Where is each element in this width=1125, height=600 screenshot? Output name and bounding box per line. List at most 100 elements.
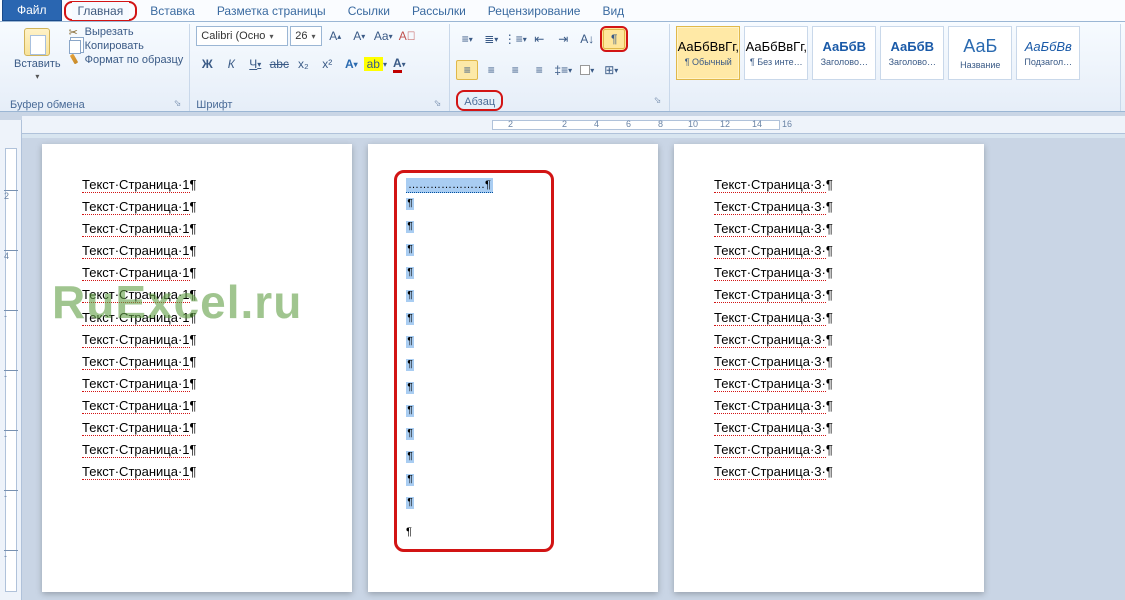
numbering-button[interactable]: ≣▾	[480, 29, 502, 49]
style-heading2[interactable]: АаБбВЗаголово…	[880, 26, 944, 80]
vertical-ruler[interactable]: 2 4 - - - - -	[0, 120, 22, 600]
tab-view[interactable]: Вид	[591, 0, 635, 21]
text-line[interactable]: Текст·Страница·3·¶	[714, 262, 944, 284]
shading-button[interactable]: ▾	[576, 60, 598, 80]
page-3[interactable]: Текст·Страница·3·¶Текст·Страница·3·¶Текс…	[674, 144, 984, 592]
paragraph-mark: ¶	[406, 244, 414, 256]
text-line[interactable]: Текст·Страница·1¶	[82, 395, 312, 417]
text-line[interactable]: Текст·Страница·3·¶	[714, 461, 944, 483]
justify-button[interactable]: ≡	[528, 60, 550, 80]
text-effects-button[interactable]: A▾	[340, 54, 362, 74]
decrease-indent-button[interactable]: ⇤	[528, 29, 550, 49]
text-line[interactable]: Текст·Страница·1¶	[82, 439, 312, 461]
pilcrow-highlight: ¶	[600, 26, 628, 52]
bold-button[interactable]: Ж	[196, 54, 218, 74]
style-normal[interactable]: АаБбВвГг,¶ Обычный	[676, 26, 740, 80]
align-center-button[interactable]: ≡	[480, 60, 502, 80]
text-line[interactable]: Текст·Страница·1¶	[82, 284, 312, 306]
text-line[interactable]: Текст·Страница·3·¶	[714, 218, 944, 240]
text-line[interactable]: Текст·Страница·1¶	[82, 262, 312, 284]
text-line[interactable]: Текст·Страница·1¶	[82, 351, 312, 373]
tab-references[interactable]: Ссылки	[337, 0, 401, 21]
paragraph-mark: ¶	[406, 221, 414, 233]
superscript-button[interactable]: x²	[316, 54, 338, 74]
paste-button[interactable]: Вставить ▾	[10, 26, 65, 83]
text-line[interactable]: Текст·Страница·1¶	[82, 174, 312, 196]
clear-formatting-button[interactable]: A⃠	[396, 26, 418, 46]
ribbon: Вставить ▾ Вырезать Копировать Формат по…	[0, 22, 1125, 112]
text-line[interactable]: Текст·Страница·3·¶	[714, 351, 944, 373]
change-case-button[interactable]: Aa▾	[372, 26, 394, 46]
tab-insert[interactable]: Вставка	[139, 0, 206, 21]
text-line[interactable]: Текст·Страница·3·¶	[714, 329, 944, 351]
ribbon-tabs: Файл Главная Вставка Разметка страницы С…	[0, 0, 1125, 22]
clipboard-dialog-launcher[interactable]: ⬂	[172, 98, 184, 109]
font-size-combo[interactable]: 26▾	[290, 26, 322, 46]
sort-button[interactable]: A↓	[576, 29, 598, 49]
text-line[interactable]: Текст·Страница·1¶	[82, 218, 312, 240]
text-line[interactable]: Текст·Страница·1¶	[82, 307, 312, 329]
paragraph-mark-last: ¶	[406, 526, 412, 538]
paragraph-mark: ¶	[406, 267, 414, 279]
text-line[interactable]: Текст·Страница·1¶	[82, 417, 312, 439]
tab-review[interactable]: Рецензирование	[477, 0, 592, 21]
tab-file[interactable]: Файл	[2, 0, 62, 21]
group-styles: АаБбВвГг,¶ Обычный АаБбВвГг,¶ Без инте… …	[670, 24, 1121, 111]
paragraph-dialog-launcher[interactable]: ⬂	[652, 95, 664, 106]
selected-text-line[interactable]: …………………¶	[406, 178, 493, 193]
style-title[interactable]: АаБНазвание	[948, 26, 1012, 80]
show-marks-button[interactable]: ¶	[603, 29, 625, 49]
italic-button[interactable]: К	[220, 54, 242, 74]
horizontal-ruler[interactable]: 2 2 4 6 8 10 12 14 16	[22, 116, 1125, 134]
align-right-button[interactable]: ≡	[504, 60, 526, 80]
style-no-spacing[interactable]: АаБбВвГг,¶ Без инте…	[744, 26, 808, 80]
text-line[interactable]: Текст·Страница·1¶	[82, 461, 312, 483]
strikethrough-button[interactable]: abc	[268, 54, 290, 74]
paragraph-mark: ¶	[406, 497, 414, 509]
style-heading1[interactable]: АаБбВЗаголово…	[812, 26, 876, 80]
text-line[interactable]: Текст·Страница·1¶	[82, 196, 312, 218]
group-font: Calibri (Осно▾ 26▾ A▴ A▾ Aa▾ A⃠ Ж К Ч▾ a…	[190, 24, 450, 111]
scissors-icon	[69, 26, 81, 38]
align-left-button[interactable]: ≡	[456, 60, 478, 80]
format-painter-button[interactable]: Формат по образцу	[69, 54, 184, 66]
text-line[interactable]: Текст·Страница·3·¶	[714, 284, 944, 306]
copy-button[interactable]: Копировать	[69, 40, 184, 52]
increase-indent-button[interactable]: ⇥	[552, 29, 574, 49]
line-spacing-button[interactable]: ‡≡▾	[552, 60, 574, 80]
tab-home[interactable]: Главная	[72, 2, 130, 20]
shrink-font-button[interactable]: A▾	[348, 26, 370, 46]
text-line[interactable]: Текст·Страница·3·¶	[714, 439, 944, 461]
brush-icon	[69, 54, 81, 66]
tab-mailings[interactable]: Рассылки	[401, 0, 477, 21]
text-line[interactable]: Текст·Страница·3·¶	[714, 240, 944, 262]
subscript-button[interactable]: x₂	[292, 54, 314, 74]
font-dialog-launcher[interactable]: ⬂	[432, 98, 444, 109]
page-2[interactable]: …………………¶ ¶¶¶¶¶¶¶¶¶¶¶¶¶¶ ¶	[368, 144, 658, 592]
font-color-button[interactable]: A▾	[388, 54, 410, 74]
text-line[interactable]: Текст·Страница·3·¶	[714, 174, 944, 196]
selection-highlight-box	[394, 170, 554, 552]
text-line[interactable]: Текст·Страница·3·¶	[714, 307, 944, 329]
font-name-combo[interactable]: Calibri (Осно▾	[196, 26, 288, 46]
text-line[interactable]: Текст·Страница·3·¶	[714, 417, 944, 439]
style-subtitle[interactable]: АаБбВвПодзагол…	[1016, 26, 1080, 80]
document-workspace[interactable]: Текст·Страница·1¶Текст·Страница·1¶Текст·…	[22, 138, 1125, 600]
multilevel-list-button[interactable]: ⋮≡▾	[504, 29, 526, 49]
text-line[interactable]: Текст·Страница·3·¶	[714, 395, 944, 417]
underline-button[interactable]: Ч▾	[244, 54, 266, 74]
text-line[interactable]: Текст·Страница·1¶	[82, 240, 312, 262]
tab-page-layout[interactable]: Разметка страницы	[206, 0, 337, 21]
borders-button[interactable]: ⊞▾	[600, 60, 622, 80]
text-line[interactable]: Текст·Страница·1¶	[82, 329, 312, 351]
cut-button[interactable]: Вырезать	[69, 26, 184, 38]
text-line[interactable]: Текст·Страница·3·¶	[714, 196, 944, 218]
text-line[interactable]: Текст·Страница·3·¶	[714, 373, 944, 395]
grow-font-button[interactable]: A▴	[324, 26, 346, 46]
highlight-button[interactable]: ab▾	[364, 54, 386, 74]
text-line[interactable]: Текст·Страница·1¶	[82, 373, 312, 395]
paste-dropdown-arrow[interactable]: ▾	[35, 72, 39, 81]
page-1[interactable]: Текст·Страница·1¶Текст·Страница·1¶Текст·…	[42, 144, 352, 592]
bullets-button[interactable]: ≡▾	[456, 29, 478, 49]
paste-label: Вставить	[14, 58, 61, 70]
